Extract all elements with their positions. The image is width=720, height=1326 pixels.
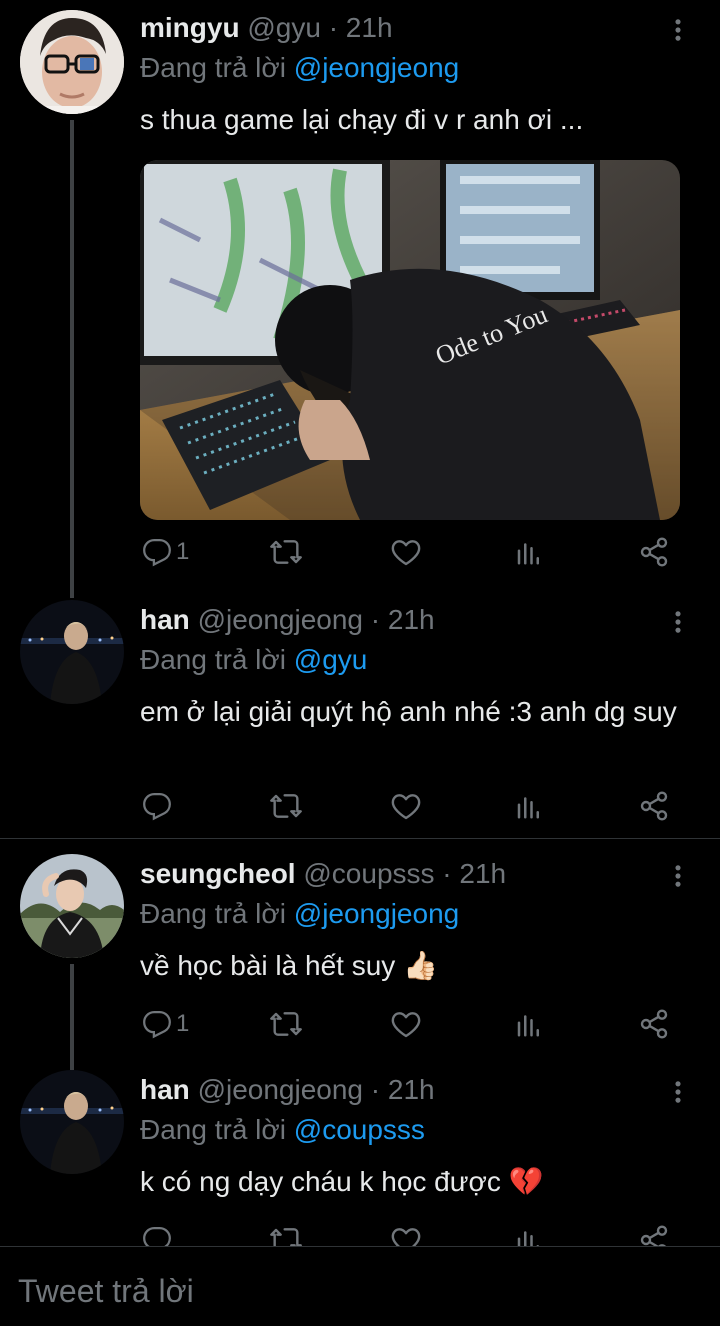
retweet-icon bbox=[270, 790, 302, 822]
share-button[interactable] bbox=[638, 788, 670, 824]
like-button[interactable] bbox=[390, 1006, 422, 1042]
author-handle[interactable]: @coupsss bbox=[303, 858, 434, 889]
analytics-icon bbox=[514, 1009, 544, 1039]
tweet-header: han @jeongjeong · 21h bbox=[140, 604, 435, 636]
share-icon bbox=[638, 1008, 670, 1040]
mention-link[interactable]: @gyu bbox=[294, 644, 368, 675]
like-button[interactable] bbox=[390, 1222, 422, 1246]
analytics-icon bbox=[514, 537, 544, 567]
reply-icon bbox=[142, 1225, 172, 1246]
author-handle[interactable]: @gyu bbox=[247, 12, 321, 43]
author-handle[interactable]: @jeongjeong bbox=[198, 604, 363, 635]
tweet-header: han @jeongjeong · 21h bbox=[140, 1074, 435, 1106]
avatar[interactable] bbox=[20, 600, 124, 704]
analytics-icon bbox=[514, 791, 544, 821]
like-button[interactable] bbox=[390, 788, 422, 824]
like-icon bbox=[390, 790, 422, 822]
author-name[interactable]: han bbox=[140, 604, 190, 635]
analytics-button[interactable] bbox=[514, 788, 544, 824]
tweet-header: seungcheol @coupsss · 21h bbox=[140, 858, 506, 890]
reply-button[interactable]: 1 bbox=[142, 1006, 189, 1042]
share-button[interactable] bbox=[638, 1222, 670, 1246]
retweet-button[interactable] bbox=[270, 1222, 302, 1246]
replying-to: Đang trả lời @jeongjeong bbox=[140, 898, 459, 930]
share-icon bbox=[638, 1224, 670, 1246]
replying-to-label: Đang trả lời bbox=[140, 1114, 286, 1145]
share-button[interactable] bbox=[638, 1006, 670, 1042]
tweet-text: em ở lại giải quýt hộ anh nhé :3 anh dg … bbox=[140, 696, 677, 727]
retweet-icon bbox=[270, 1008, 302, 1040]
avatar[interactable] bbox=[20, 10, 124, 114]
author-handle[interactable]: @jeongjeong bbox=[198, 1074, 363, 1105]
reply-icon bbox=[142, 537, 172, 567]
tweet-item[interactable]: seungcheol @coupsss · 21h Đang trả lời @… bbox=[0, 854, 720, 1070]
more-icon[interactable] bbox=[660, 12, 696, 48]
more-icon[interactable] bbox=[660, 604, 696, 640]
mention-link[interactable]: @jeongjeong bbox=[294, 898, 459, 929]
more-icon[interactable] bbox=[660, 858, 696, 894]
analytics-button[interactable] bbox=[514, 1006, 544, 1042]
tweet-item[interactable]: han @jeongjeong · 21h Đang trả lời @gyu … bbox=[0, 600, 720, 838]
replying-to-label: Đang trả lời bbox=[140, 898, 286, 929]
like-button[interactable] bbox=[390, 534, 422, 570]
retweet-button[interactable] bbox=[270, 788, 302, 824]
replying-to: Đang trả lời @coupsss bbox=[140, 1114, 425, 1146]
tweet-media-image[interactable]: Ode to You bbox=[140, 160, 680, 520]
reply-button[interactable] bbox=[142, 788, 176, 824]
replying-to-label: Đang trả lời bbox=[140, 644, 286, 675]
mention-link[interactable]: @jeongjeong bbox=[294, 52, 459, 83]
retweet-icon bbox=[270, 536, 302, 568]
timestamp[interactable]: · 21h bbox=[442, 858, 506, 889]
tweet-text: s thua game lại chạy đi v r anh ơi ... bbox=[140, 104, 584, 135]
like-icon bbox=[390, 1008, 422, 1040]
author-name[interactable]: seungcheol bbox=[140, 858, 296, 889]
timestamp[interactable]: · 21h bbox=[371, 1074, 435, 1105]
reply-button[interactable] bbox=[142, 1222, 176, 1246]
retweet-icon bbox=[270, 1224, 302, 1246]
reply-input[interactable]: Tweet trả lời bbox=[18, 1273, 194, 1310]
action-bar bbox=[140, 1222, 680, 1246]
share-button[interactable] bbox=[638, 534, 670, 570]
timestamp[interactable]: · 21h bbox=[329, 12, 393, 43]
like-icon bbox=[390, 536, 422, 568]
reply-icon bbox=[142, 791, 172, 821]
analytics-button[interactable] bbox=[514, 534, 544, 570]
mention-link[interactable]: @coupsss bbox=[294, 1114, 425, 1145]
action-bar: 1 bbox=[140, 1006, 680, 1042]
retweet-button[interactable] bbox=[270, 534, 302, 570]
reply-count: 1 bbox=[176, 538, 190, 565]
action-bar bbox=[140, 788, 680, 824]
replying-to: Đang trả lời @jeongjeong bbox=[140, 52, 459, 84]
analytics-button[interactable] bbox=[514, 1222, 544, 1246]
avatar[interactable] bbox=[20, 1070, 124, 1174]
timestamp[interactable]: · 21h bbox=[371, 604, 435, 635]
reply-composer: Tweet trả lời bbox=[0, 1246, 720, 1326]
share-icon bbox=[638, 790, 670, 822]
avatar[interactable] bbox=[20, 854, 124, 958]
tweet-text: về học bài là hết suy 👍🏻 bbox=[140, 950, 438, 981]
tweet-text: k có ng dạy cháu k học được 💔 bbox=[140, 1166, 544, 1197]
more-icon[interactable] bbox=[660, 1074, 696, 1110]
retweet-button[interactable] bbox=[270, 1006, 302, 1042]
author-name[interactable]: han bbox=[140, 1074, 190, 1105]
tweet-header: mingyu @gyu · 21h bbox=[140, 12, 393, 44]
reply-icon bbox=[142, 1009, 172, 1039]
author-name[interactable]: mingyu bbox=[140, 12, 240, 43]
reply-button[interactable]: 1 bbox=[142, 534, 189, 570]
replying-to-label: Đang trả lời bbox=[140, 52, 286, 83]
tweet-item[interactable]: han @jeongjeong · 21h Đang trả lời @coup… bbox=[0, 1070, 720, 1246]
tweet-item[interactable]: mingyu @gyu · 21h Đang trả lời @jeongjeo… bbox=[0, 0, 720, 600]
like-icon bbox=[390, 1224, 422, 1246]
share-icon bbox=[638, 536, 670, 568]
reply-count: 1 bbox=[176, 1010, 190, 1037]
analytics-icon bbox=[514, 1225, 544, 1246]
replying-to: Đang trả lời @gyu bbox=[140, 644, 367, 676]
action-bar: 1 bbox=[140, 534, 680, 570]
thread-divider bbox=[0, 838, 720, 839]
